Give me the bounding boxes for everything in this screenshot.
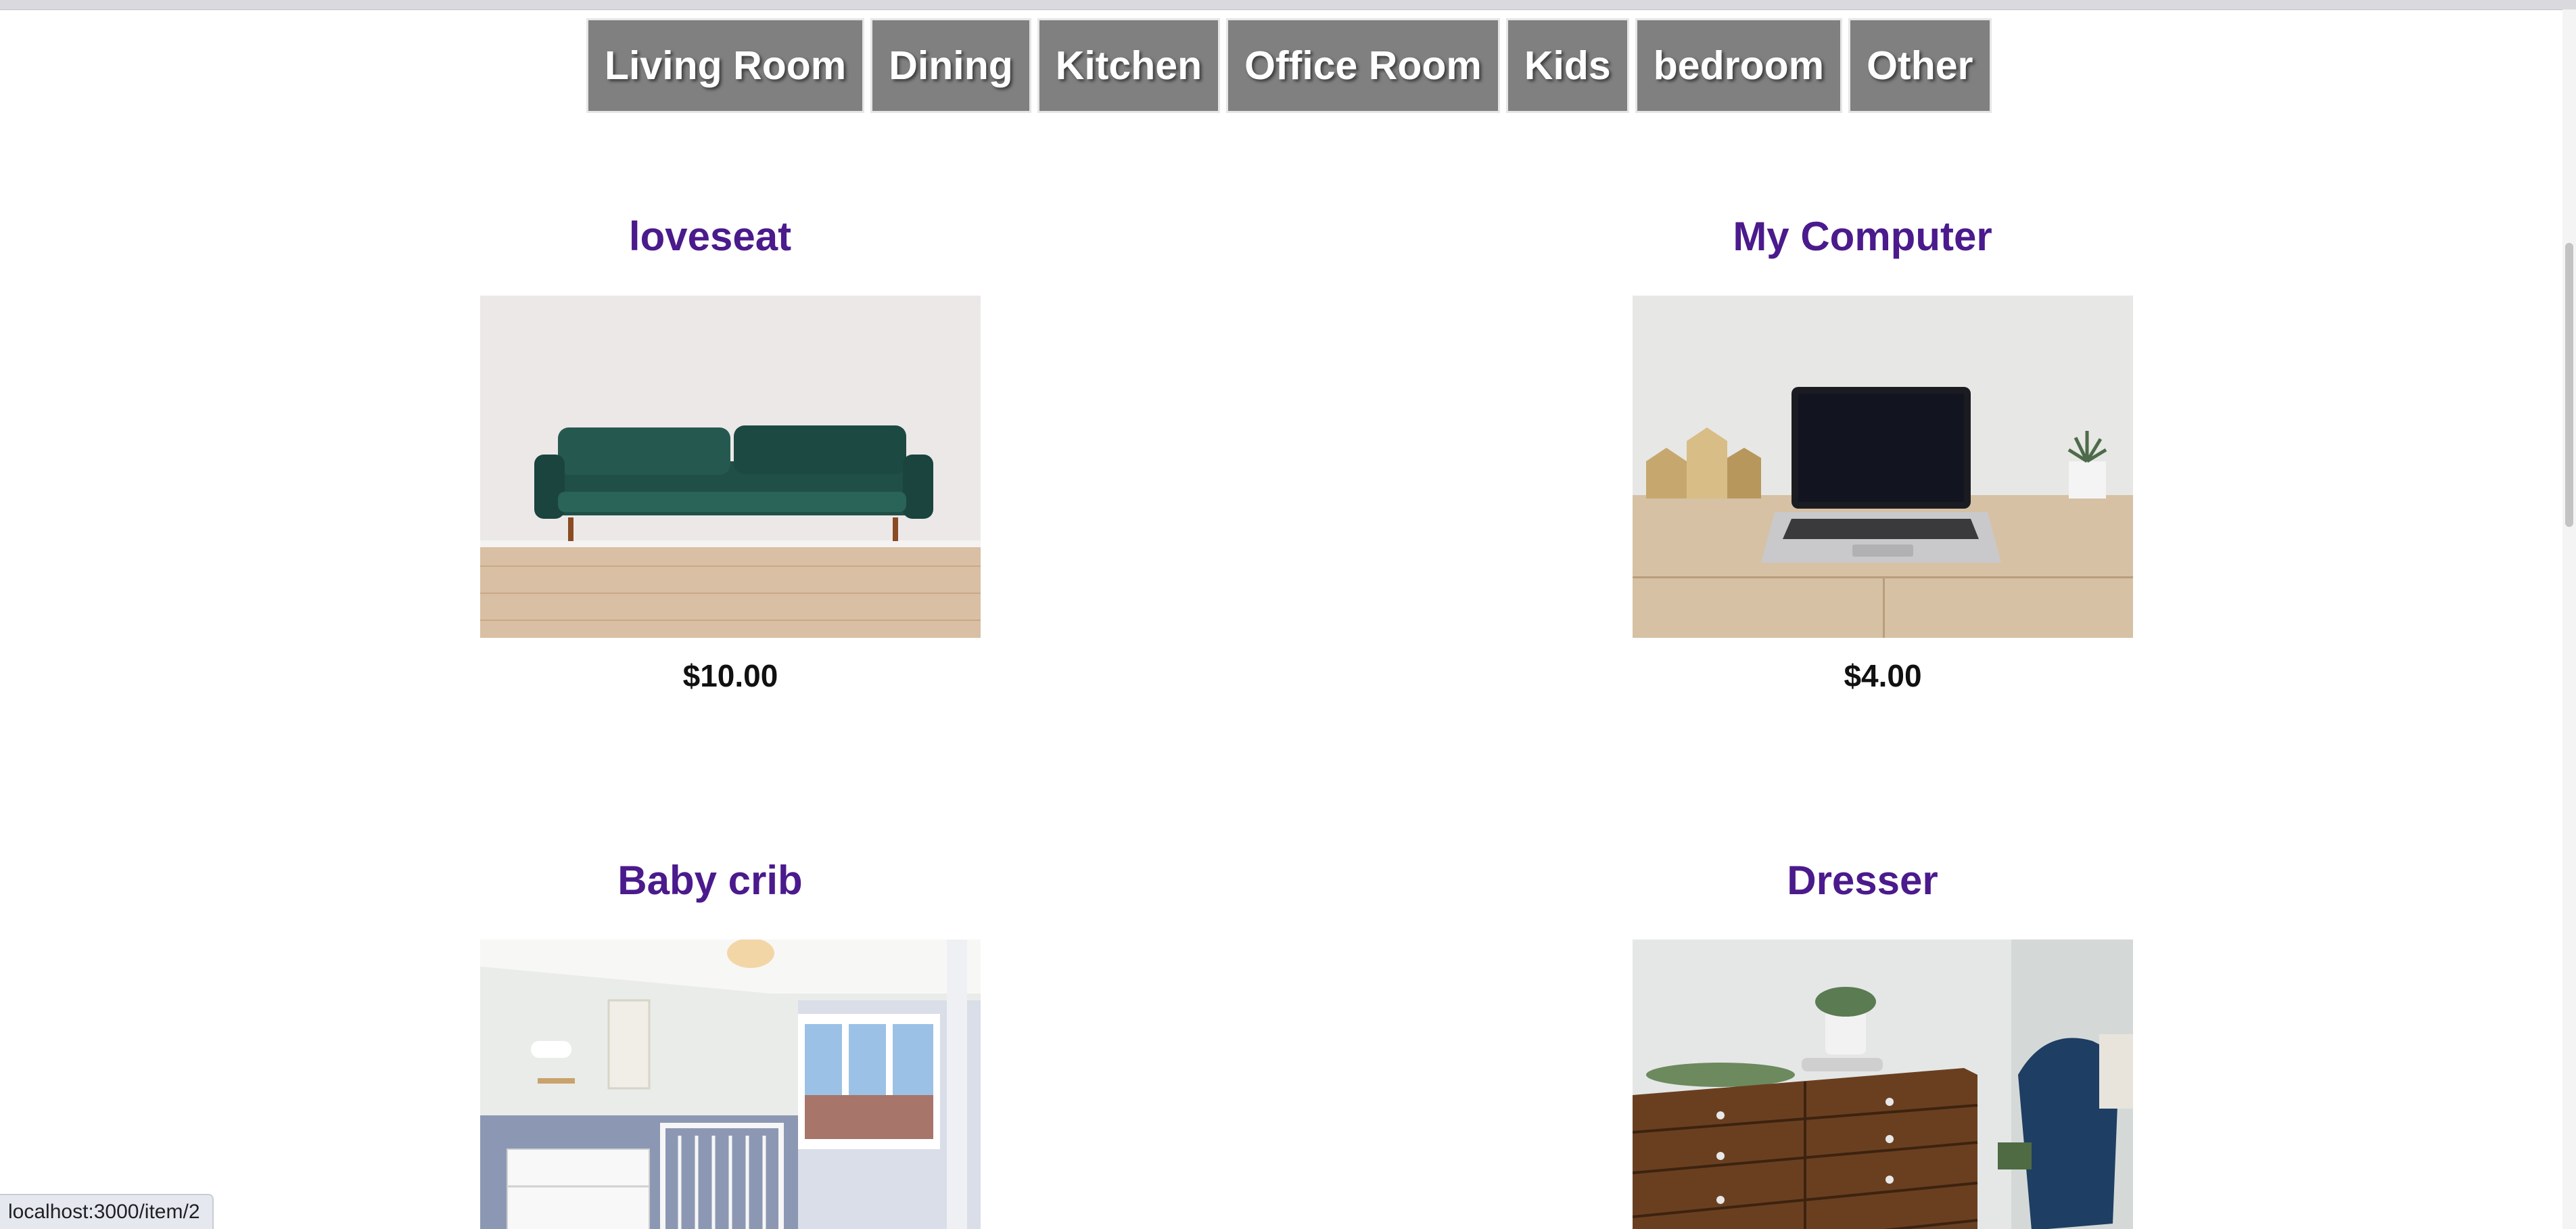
product-image-loveseat[interactable] [480, 296, 981, 638]
category-nav: Living Room Dining Kitchen Office Room K… [586, 18, 1992, 113]
nav-item-living-room[interactable]: Living Room [586, 18, 865, 113]
nav-item-dining[interactable]: Dining [870, 18, 1031, 113]
nav-item-other[interactable]: Other [1848, 18, 1992, 113]
status-bar-url: localhost:3000/item/2 [0, 1194, 214, 1229]
product-image-my-computer[interactable] [1633, 296, 2133, 638]
nav-item-office-room[interactable]: Office Room [1226, 18, 1500, 113]
browser-top-strip [0, 0, 2576, 10]
product-image-baby-crib[interactable] [480, 940, 981, 1229]
product-price: $10.00 [682, 658, 778, 693]
nav-item-kitchen[interactable]: Kitchen [1037, 18, 1221, 113]
product-title[interactable]: loveseat [480, 203, 940, 271]
nav-item-bedroom[interactable]: bedroom [1635, 18, 1843, 113]
product-title[interactable]: My Computer [1633, 203, 2092, 271]
page-scrollbar[interactable] [2562, 9, 2576, 1229]
scrollbar-thumb[interactable] [2565, 243, 2573, 527]
product-image-dresser[interactable] [1633, 940, 2133, 1229]
product-title[interactable]: Dresser [1633, 847, 2092, 914]
product-price: $4.00 [1844, 658, 1922, 693]
nav-item-kids[interactable]: Kids [1505, 18, 1629, 113]
product-title[interactable]: Baby crib [480, 847, 940, 914]
